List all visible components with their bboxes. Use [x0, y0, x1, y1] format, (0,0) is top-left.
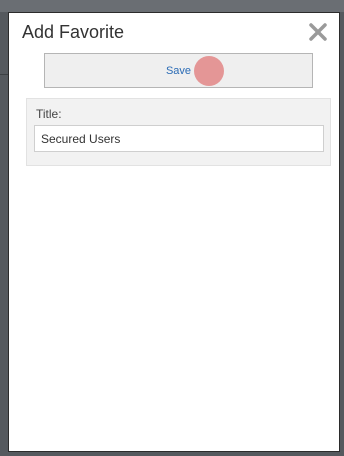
close-icon[interactable] — [307, 21, 329, 43]
title-input[interactable] — [34, 125, 324, 152]
title-label: Title: — [36, 107, 62, 121]
dialog-header: Add Favorite — [9, 13, 339, 51]
backdrop-divider — [0, 74, 8, 75]
favorite-form: Title: — [26, 98, 331, 166]
add-favorite-dialog: Add Favorite Save Title: — [8, 12, 340, 452]
save-button[interactable]: Save — [44, 53, 313, 88]
dialog-title: Add Favorite — [22, 22, 125, 42]
